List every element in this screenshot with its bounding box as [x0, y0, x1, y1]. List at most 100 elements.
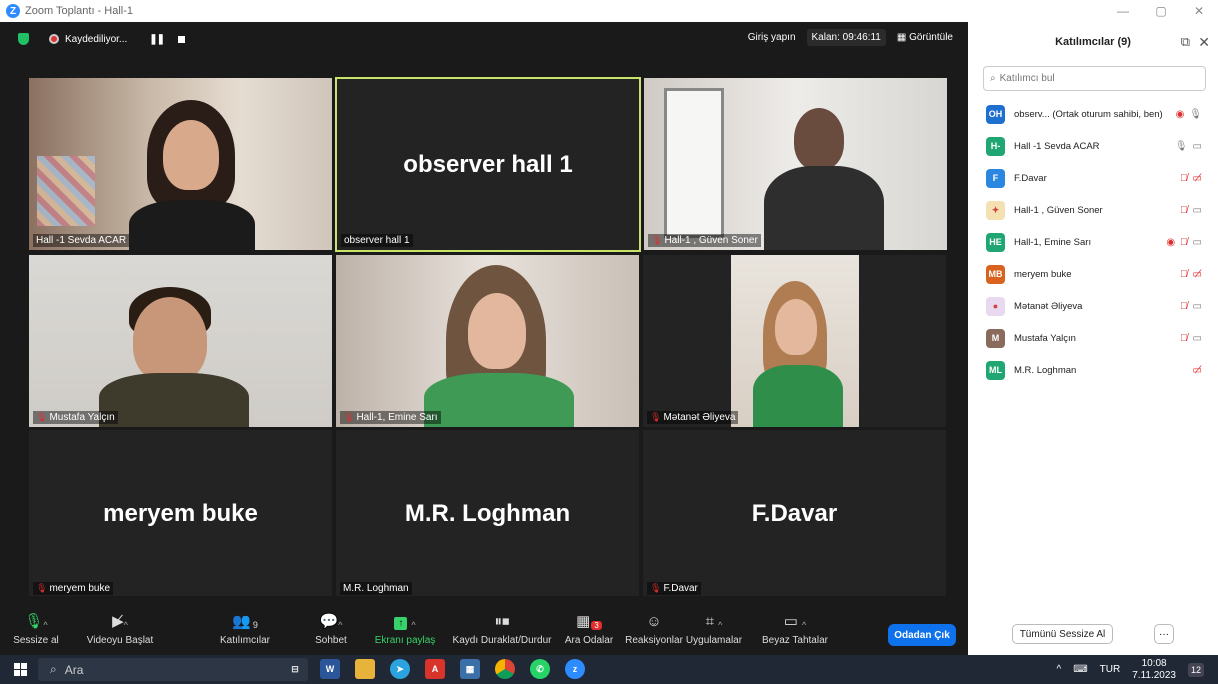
- participant-search-placeholder: Katılımcı bul: [999, 73, 1055, 84]
- avatar: HE: [986, 232, 1005, 252]
- word-icon[interactable]: W: [320, 659, 340, 679]
- pause-stop-icon: ⏸⏹: [494, 612, 510, 630]
- acrobat-icon[interactable]: A: [425, 659, 445, 679]
- keyboard-icon[interactable]: ⌨: [1073, 664, 1087, 675]
- windows-start-icon[interactable]: [14, 663, 27, 676]
- mic-off-icon: 🎙̸: [1180, 268, 1188, 280]
- participant-status-icons: 🎙 ▭: [1175, 141, 1202, 152]
- video-tile[interactable]: 🎙 Mətanət Əliyeva: [643, 255, 946, 427]
- breakout-rooms-label: Ara Odalar: [564, 634, 614, 646]
- telegram-icon[interactable]: ➤: [390, 659, 410, 679]
- avatar: ●: [986, 296, 1005, 316]
- video-tile[interactable]: 🎙 Hall-1 , Güven Soner: [644, 78, 947, 250]
- tile-display-name: meryem buke: [103, 500, 258, 527]
- participant-row[interactable]: OH observ... (Ortak oturum sahibi, ben) …: [968, 98, 1218, 130]
- camera-icon: ▭: [1192, 236, 1202, 248]
- clock-date: 7.11.2023: [1132, 669, 1176, 681]
- mic-icon: 🎙: [1189, 108, 1202, 120]
- avatar: ML: [986, 360, 1005, 380]
- notifications-icon[interactable]: 12: [1187, 662, 1204, 677]
- pause-recording-icon[interactable]: ❚❚: [149, 34, 165, 45]
- file-explorer-icon[interactable]: [355, 659, 375, 679]
- tile-name-label: 🎙 meryem buke: [33, 582, 114, 595]
- close-panel-icon[interactable]: ✕: [1198, 30, 1210, 54]
- minimize-icon[interactable]: —: [1104, 0, 1142, 22]
- share-screen-icon: ↑ ^: [394, 606, 416, 630]
- mute-all-button[interactable]: Tümünü Sessize Al: [1012, 624, 1113, 644]
- avatar: OH: [986, 104, 1005, 124]
- mic-off-icon: 🎙̸: [1180, 332, 1188, 344]
- participant-search-input[interactable]: ⌕ Katılımcı bul: [983, 66, 1206, 91]
- leave-room-button[interactable]: Odadan Çık: [888, 624, 956, 646]
- breakout-rooms-button[interactable]: ▦ 3 Ara Odalar: [558, 596, 620, 655]
- video-tile[interactable]: 🎙 Mustafa Yalçın: [29, 255, 332, 427]
- stop-recording-icon[interactable]: [178, 35, 186, 43]
- mute-label: Sessize al: [13, 634, 59, 646]
- video-tile[interactable]: 🎙 Hall-1, Emine Sarı: [336, 255, 639, 427]
- participant-name: Mətanət Əliyeva: [1014, 300, 1083, 312]
- muted-mic-icon: 🎙: [36, 412, 48, 422]
- mic-off-icon: 🎙̸: [1180, 172, 1188, 184]
- more-options-button[interactable]: ···: [1154, 624, 1174, 644]
- close-window-icon[interactable]: ✕: [1180, 0, 1218, 22]
- participant-name: Hall-1, Emine Sarı: [1014, 236, 1092, 248]
- participant-row[interactable]: HE Hall-1, Emine Sarı ◉ 🎙̸ ▭: [968, 226, 1218, 258]
- apps-button[interactable]: ⌗ ^ Uygulamalar: [676, 596, 752, 655]
- security-shield-icon[interactable]: [18, 33, 29, 45]
- task-view-icon[interactable]: ⊟: [285, 659, 305, 679]
- recording-status: Kaydediliyor...: [65, 33, 128, 45]
- breakout-rooms-icon: ▦ 3: [576, 606, 602, 630]
- participant-list: OH observ... (Ortak oturum sahibi, ben) …: [968, 98, 1218, 386]
- video-tile[interactable]: Hall -1 Sevda ACAR: [29, 78, 332, 250]
- video-tile[interactable]: meryem buke 🎙 meryem buke: [29, 430, 332, 598]
- participant-row[interactable]: F F.Davar 🎙̸ ▭̸: [968, 162, 1218, 194]
- person-body: [129, 200, 255, 250]
- signin-button[interactable]: Giriş yapın: [743, 29, 801, 46]
- zoom-app-icon[interactable]: z: [565, 659, 585, 679]
- participants-label: Katılımcılar: [219, 634, 270, 646]
- participant-name: meryem buke: [1014, 268, 1072, 280]
- mute-button[interactable]: 🎙 ^ Sessize al: [6, 596, 66, 655]
- participants-button[interactable]: 👥 9 Katılımcılar: [210, 596, 280, 655]
- share-screen-button[interactable]: ↑ ^ Ekranı paylaş: [370, 596, 440, 655]
- popout-icon[interactable]: ⧉: [1181, 30, 1190, 54]
- participant-row[interactable]: ● Mətanət Əliyeva 🎙̸ ▭: [968, 290, 1218, 322]
- mic-icon: 🎙: [1174, 140, 1188, 152]
- whatsapp-icon[interactable]: ✆: [530, 659, 550, 679]
- video-off-icon: ▶̸ ^: [112, 612, 128, 630]
- pause-stop-recording-button[interactable]: ⏸⏹ Kaydı Duraklat/Durdur: [450, 596, 554, 655]
- tile-name-label: Hall -1 Sevda ACAR: [33, 234, 130, 247]
- view-button[interactable]: ▦ Görüntüle: [892, 29, 958, 46]
- breakout-badge: 3: [591, 620, 602, 630]
- taskbar-search[interactable]: ⌕ Ara: [38, 658, 308, 681]
- participant-row[interactable]: MB meryem buke 🎙̸ ▭̸: [968, 258, 1218, 290]
- video-tile-active-speaker[interactable]: observer hall 1 observer hall 1: [335, 77, 641, 252]
- window-controls: — ▢ ✕: [1104, 0, 1218, 22]
- participant-name: M.R. Loghman: [1014, 364, 1077, 376]
- maximize-icon[interactable]: ▢: [1142, 0, 1180, 22]
- mic-off-icon: 🎙̸: [1180, 300, 1188, 312]
- start-video-button[interactable]: ▶̸ ^ Videoyu Başlat: [80, 596, 160, 655]
- whiteboards-button[interactable]: ▭ ^ Beyaz Tahtalar: [756, 596, 834, 655]
- participant-row[interactable]: H- Hall -1 Sevda ACAR 🎙 ▭: [968, 130, 1218, 162]
- tile-name-text: Hall-1 , Güven Soner: [664, 235, 758, 246]
- tile-display-name: observer hall 1: [403, 150, 573, 178]
- participant-row[interactable]: ML M.R. Loghman ▭̸: [968, 354, 1218, 386]
- video-tile[interactable]: M.R. Loghman M.R. Loghman: [336, 430, 639, 598]
- calculator-icon[interactable]: ▦: [460, 659, 480, 679]
- avatar: F: [986, 168, 1005, 188]
- participant-row[interactable]: ✦ Hall-1 , Güven Soner 🎙̸ ▭: [968, 194, 1218, 226]
- participant-row[interactable]: M Mustafa Yalçın 🎙̸ ▭: [968, 322, 1218, 354]
- search-icon: ⌕: [990, 73, 996, 84]
- clock[interactable]: 10:08 7.11.2023: [1132, 658, 1176, 682]
- mic-off-icon: 🎙̸: [1180, 204, 1188, 216]
- language-indicator[interactable]: TUR: [1100, 664, 1121, 675]
- chrome-icon[interactable]: [495, 659, 515, 679]
- chat-button[interactable]: 💬 ^ Sohbet: [306, 596, 356, 655]
- chat-label: Sohbet: [315, 634, 347, 646]
- tray-chevron-icon[interactable]: ^: [1057, 664, 1062, 675]
- participant-status-icons: ◉ 🎙̸ ▭: [1166, 237, 1202, 248]
- window-titlebar: Z Zoom Toplantı - Hall-1 — ▢ ✕: [0, 0, 1218, 22]
- video-tile[interactable]: F.Davar 🎙 F.Davar: [643, 430, 946, 598]
- tile-name-label: 🎙 Mətanət Əliyeva: [647, 411, 739, 424]
